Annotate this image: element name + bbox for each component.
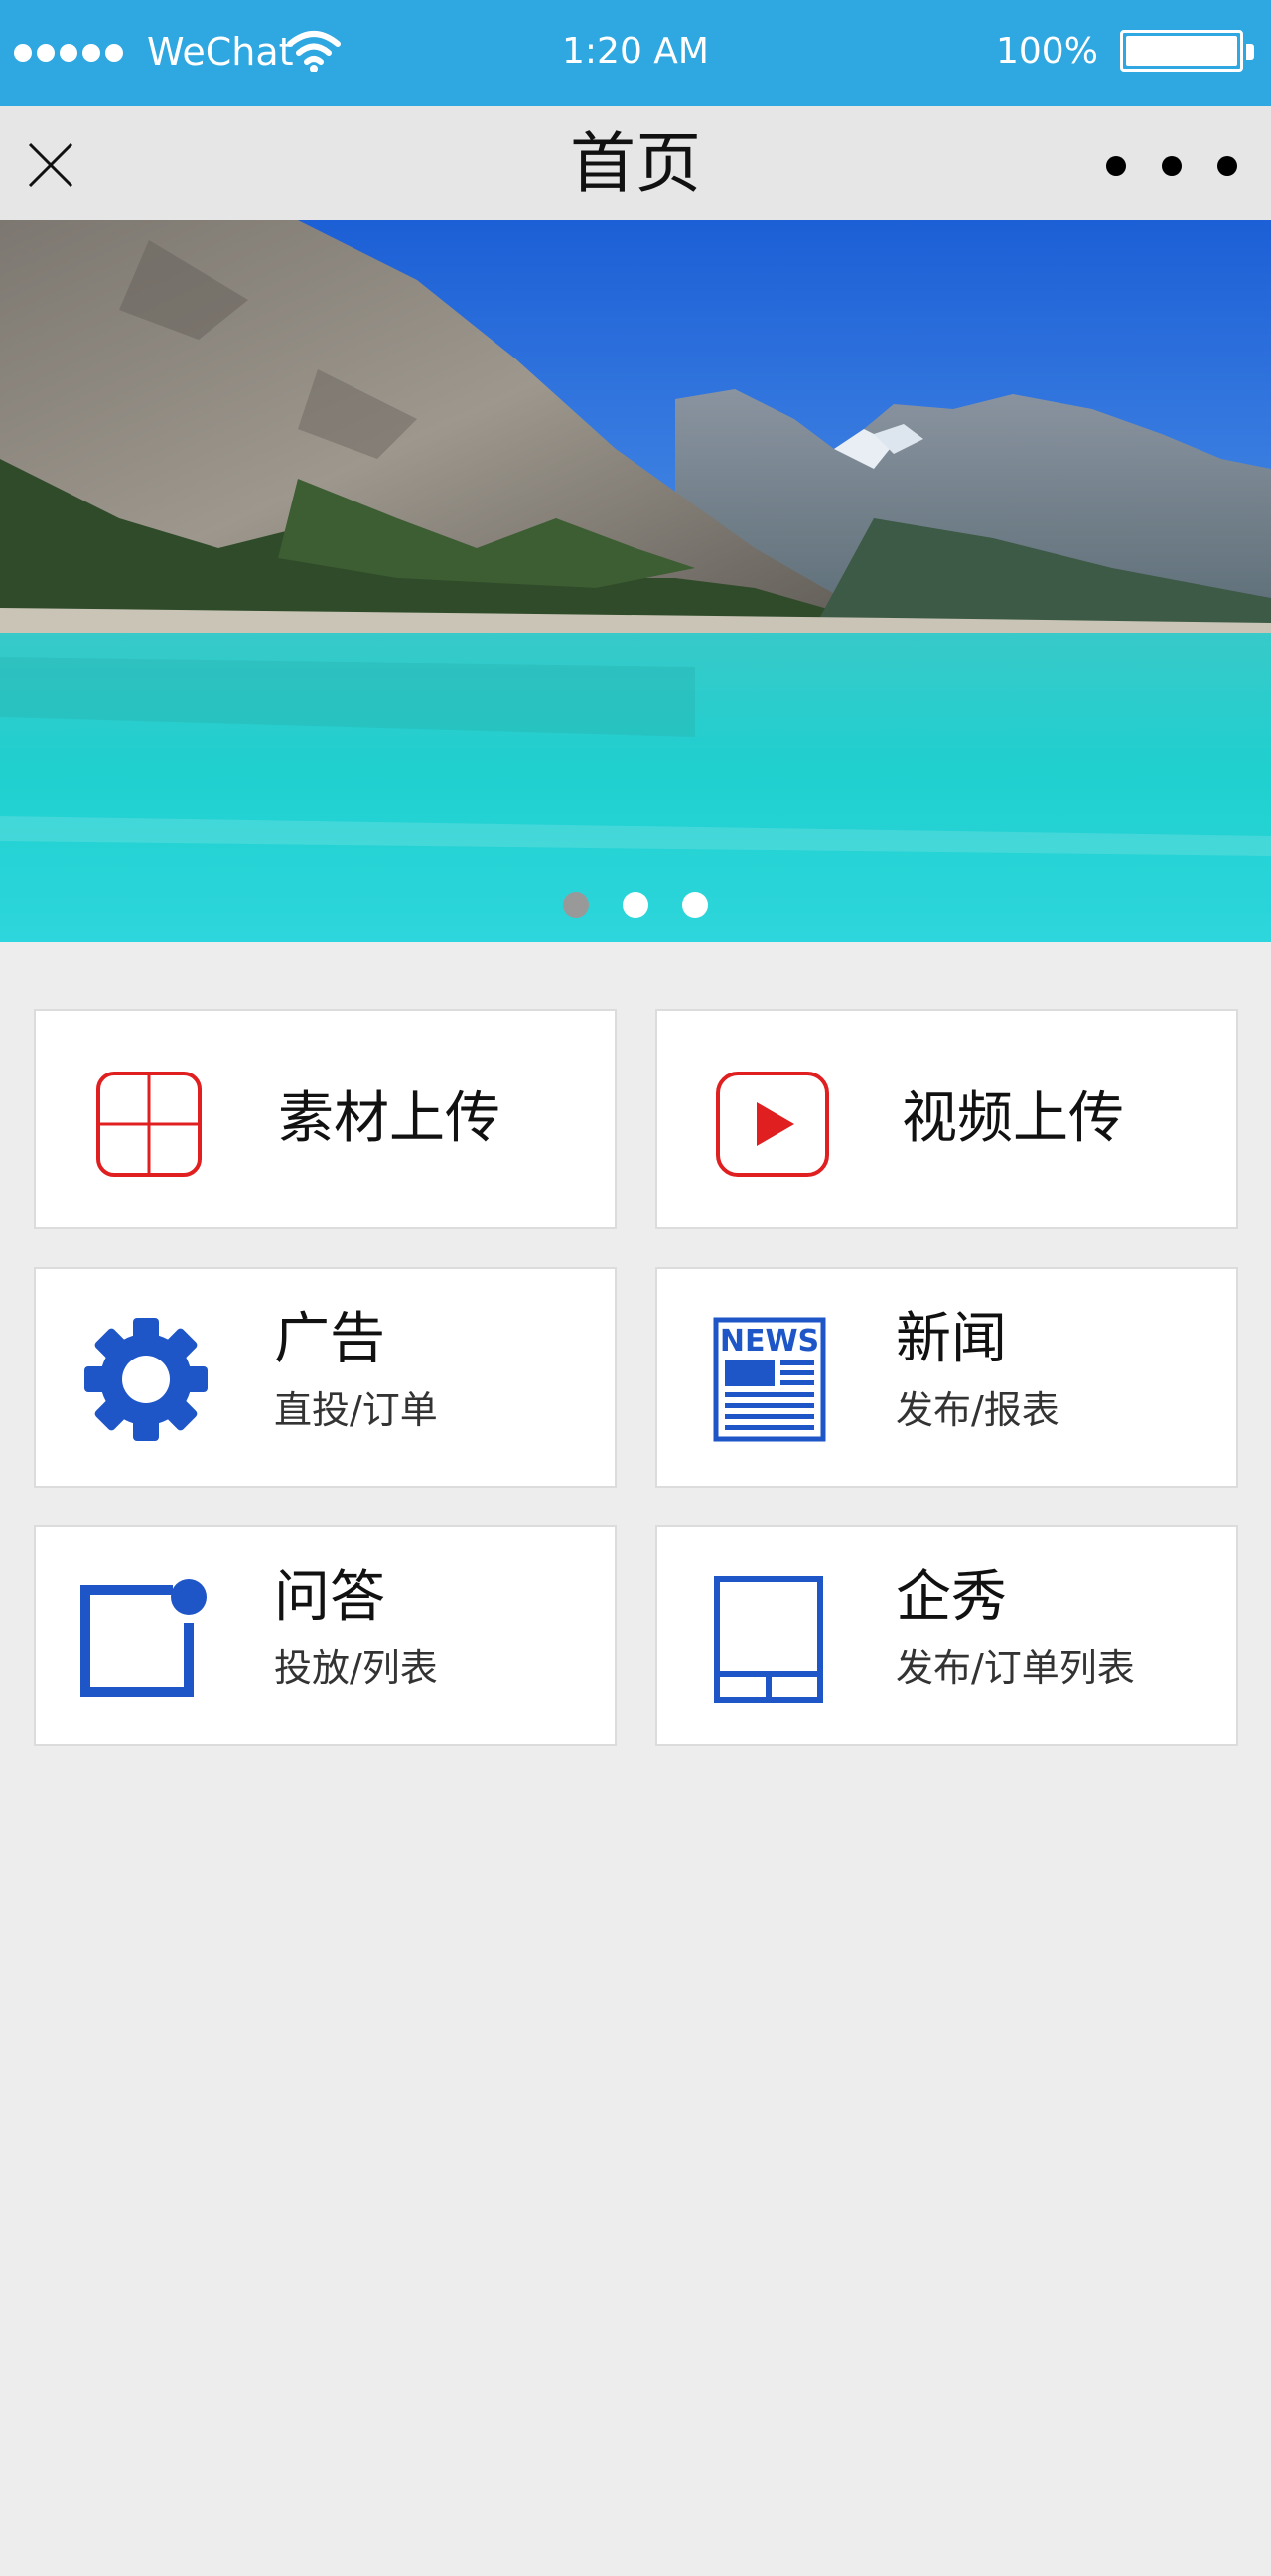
menu-card-showcase[interactable]: 企秀 发布/订单列表 <box>655 1525 1238 1746</box>
menu-card-title: 广告 <box>274 1307 385 1371</box>
menu-card-subtitle: 直投/订单 <box>274 1388 438 1432</box>
battery-icon <box>1120 30 1243 72</box>
menu-card-qa[interactable]: 问答 投放/列表 <box>34 1525 617 1746</box>
status-bar: WeChat 1:20 AM 100% <box>0 0 1271 106</box>
menu-card-title: 新闻 <box>896 1307 1007 1371</box>
menu-card-subtitle: 发布/订单列表 <box>896 1646 1135 1690</box>
newspaper-icon: NEWS <box>713 1317 826 1446</box>
battery-percentage: 100% <box>996 31 1098 72</box>
menu-card-subtitle: 发布/报表 <box>896 1388 1059 1432</box>
menu-card-title: 素材上传 <box>278 1086 500 1151</box>
banner-image <box>0 220 1271 942</box>
tablet-layout-icon <box>713 1575 824 1708</box>
svg-text:NEWS: NEWS <box>720 1324 819 1359</box>
carousel-dot[interactable] <box>623 892 648 918</box>
carousel-dot[interactable] <box>563 892 589 918</box>
menu-card-subtitle: 投放/列表 <box>274 1646 438 1690</box>
menu-card-title: 问答 <box>274 1565 385 1630</box>
menu-card-video-upload[interactable]: 视频上传 <box>655 1009 1238 1229</box>
close-button[interactable] <box>22 136 79 194</box>
nav-bar: 首页 <box>0 106 1271 220</box>
more-button[interactable] <box>1092 141 1251 191</box>
more-dots-icon <box>1162 156 1182 176</box>
gear-icon <box>81 1315 211 1448</box>
play-square-icon <box>715 1071 830 1182</box>
battery-fill <box>1126 36 1237 66</box>
more-dots-icon <box>1217 156 1237 176</box>
page-title: 首页 <box>570 125 701 202</box>
menu-card-title: 视频上传 <box>902 1086 1124 1151</box>
battery-tip <box>1246 44 1254 60</box>
menu-card-title: 企秀 <box>896 1565 1007 1630</box>
close-icon <box>28 142 73 188</box>
menu-card-material-upload[interactable]: 素材上传 <box>34 1009 617 1229</box>
notification-square-icon <box>77 1577 212 1704</box>
menu-card-news[interactable]: NEWS 新闻 发布/报表 <box>655 1267 1238 1488</box>
banner-carousel[interactable] <box>0 220 1271 942</box>
carousel-dot[interactable] <box>682 892 708 918</box>
more-dots-icon <box>1106 156 1126 176</box>
plus-square-icon <box>95 1071 203 1182</box>
menu-card-ads[interactable]: 广告 直投/订单 <box>34 1267 617 1488</box>
carousel-pager <box>0 892 1271 918</box>
